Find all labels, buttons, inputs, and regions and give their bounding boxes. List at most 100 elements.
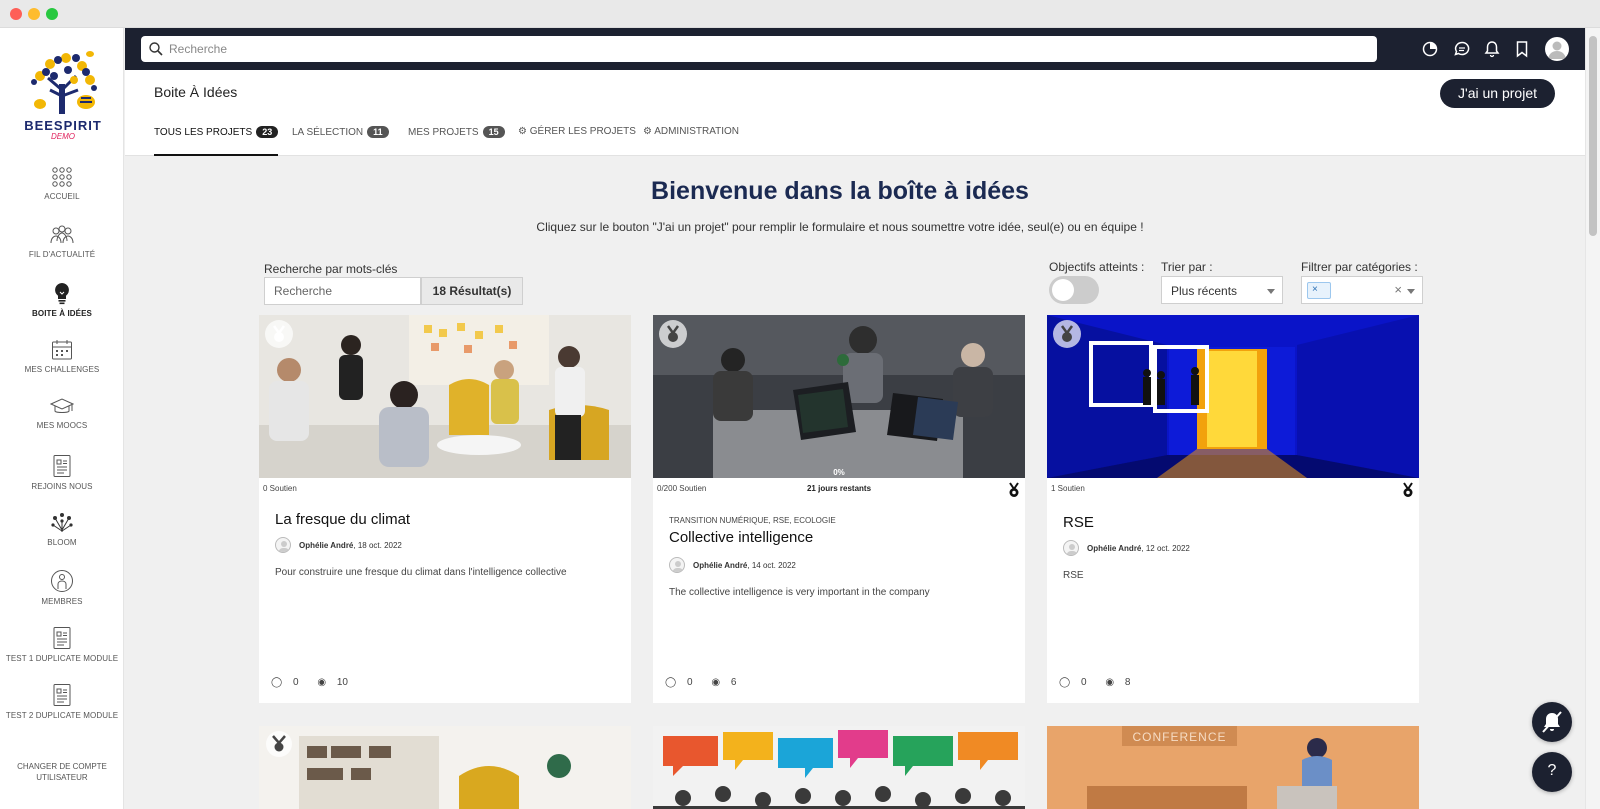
comment-count: 0	[1080, 677, 1087, 688]
comment-icon: ◯	[271, 677, 283, 688]
comment-count: 0	[292, 677, 299, 688]
medal-badge	[659, 320, 687, 348]
post-date: , 14 oct. 2022	[747, 561, 796, 570]
eye-icon: ◉	[1105, 677, 1115, 688]
grid-dots-icon	[52, 167, 72, 187]
sidebar-item-mes-moocs[interactable]: MES MOOCS	[0, 397, 124, 453]
sidebar-item-fil-actualite[interactable]: FIL D'ACTUALITÉ	[0, 224, 124, 280]
page-title: Boite À Idées	[154, 84, 238, 100]
eye-icon: ◉	[711, 677, 721, 688]
switch-account-link[interactable]: CHANGER DE COMPTE UTILISATEUR	[0, 761, 124, 783]
tree-logo-icon	[31, 51, 97, 114]
keyword-search-input[interactable]	[264, 277, 421, 305]
post-date: , 12 oct. 2022	[1141, 544, 1190, 553]
keyword-search-label: Recherche par mots-clés	[264, 262, 398, 276]
project-title[interactable]: La fresque du climat	[275, 511, 410, 528]
toggle-knob	[1052, 279, 1074, 301]
sort-value: Plus récents	[1171, 284, 1238, 298]
project-card[interactable]: 0% 0/200 Soutien 21 jours restants TRANS…	[653, 315, 1025, 703]
chart-pie-icon[interactable]	[1421, 40, 1439, 58]
comment-icon: ◯	[665, 677, 677, 688]
author-avatar	[669, 557, 685, 573]
speech-bubbles-photo	[653, 726, 1025, 809]
project-title[interactable]: RSE	[1063, 514, 1094, 531]
project-card[interactable]	[653, 726, 1025, 809]
minimize-window-button[interactable]	[28, 8, 40, 20]
objectives-label: Objectifs atteints :	[1049, 260, 1145, 274]
results-count: 18 Résultat(s)	[421, 277, 523, 305]
global-search-input[interactable]	[169, 36, 1369, 62]
maximize-window-button[interactable]	[46, 8, 58, 20]
author-avatar	[1063, 540, 1079, 556]
category-chip[interactable]: ×	[1307, 282, 1331, 299]
document-icon	[53, 684, 71, 706]
eye-icon: ◉	[317, 677, 327, 688]
project-card[interactable]: 0 Soutien La fresque du climat Ophélie A…	[259, 315, 631, 703]
medal-badge	[1053, 320, 1081, 348]
meeting-photo	[259, 315, 631, 478]
category-filter-label: Filtrer par catégories :	[1301, 260, 1418, 274]
comment-icon: ◯	[1059, 677, 1071, 688]
gear-icon: ⚙	[518, 126, 527, 137]
sidebar-item-test2-duplicate-module[interactable]: TEST 2 DUPLICATE MODULE	[0, 683, 124, 739]
card-stats: ◯ 0 ◉ 6	[665, 677, 752, 688]
project-image	[259, 315, 631, 478]
help-icon: ?	[1547, 762, 1557, 779]
sidebar-item-mes-challenges[interactable]: MES CHALLENGES	[0, 339, 124, 395]
tab-tous-les-projets[interactable]: TOUS LES PROJETS 23	[154, 126, 279, 156]
bookmark-icon[interactable]	[1513, 40, 1531, 58]
graduation-cap-icon	[50, 398, 74, 413]
logo-text: BEESPIRIT	[24, 118, 102, 133]
scrollbar-thumb[interactable]	[1589, 36, 1597, 236]
sidebar-item-test1-duplicate-module[interactable]: TEST 1 DUPLICATE MODULE	[0, 626, 124, 682]
tab-la-selection[interactable]: LA SÉLECTION 11	[292, 126, 389, 156]
user-avatar[interactable]	[1545, 37, 1569, 61]
sidebar-item-membres[interactable]: MEMBRES	[0, 569, 124, 625]
lightbulb-icon	[55, 283, 69, 305]
help-button[interactable]: ?	[1532, 752, 1572, 792]
sidebar-item-boite-a-idees[interactable]: BOITE À IDÉES	[0, 281, 124, 337]
scrollbar[interactable]	[1585, 28, 1600, 809]
count-badge: 11	[367, 126, 389, 138]
medal-icon	[1403, 482, 1413, 497]
bell-icon[interactable]	[1483, 40, 1501, 58]
bell-off-icon	[1542, 711, 1562, 733]
project-image: 0%	[653, 315, 1025, 478]
bloom-icon	[51, 513, 73, 532]
close-window-button[interactable]	[10, 8, 22, 20]
clear-icon[interactable]: ×	[1394, 282, 1402, 297]
post-date: , 18 oct. 2022	[353, 541, 402, 550]
sort-select[interactable]: Plus récents	[1161, 276, 1283, 304]
sidebar: BEESPIRIT DEMO ACCUEIL FIL D'ACTUALITÉ B…	[0, 28, 124, 809]
sidebar-item-label: BOITE À IDÉES	[32, 309, 92, 318]
author-name[interactable]: Ophélie André	[1087, 544, 1141, 553]
app-window: BEESPIRIT DEMO ACCUEIL FIL D'ACTUALITÉ B…	[0, 0, 1600, 809]
card-stats: ◯ 0 ◉ 10	[271, 677, 364, 688]
submit-project-button[interactable]: J'ai un projet	[1440, 79, 1555, 108]
sidebar-item-label: TEST 2 DUPLICATE MODULE	[5, 711, 119, 720]
calendar-icon	[52, 340, 72, 360]
tab-mes-projets[interactable]: MES PROJETS 15	[408, 126, 505, 156]
project-title[interactable]: Collective intelligence	[669, 529, 813, 546]
author-avatar	[275, 537, 291, 553]
user-icon	[278, 541, 290, 552]
author-name[interactable]: Ophélie André	[299, 541, 353, 550]
mute-notifications-button[interactable]	[1532, 702, 1572, 742]
project-card[interactable]: 1 Soutien RSE Ophélie André, 12 oct. 202…	[1047, 315, 1419, 703]
sidebar-item-bloom[interactable]: BLOOM	[0, 512, 124, 568]
category-filter-select[interactable]: × ×	[1301, 276, 1423, 304]
sidebar-item-accueil[interactable]: ACCUEIL	[0, 166, 124, 222]
comment-count: 0	[686, 677, 693, 688]
chat-icon[interactable]	[1453, 40, 1471, 58]
project-card[interactable]: CONFERENCE	[1047, 726, 1419, 809]
search-icon	[149, 42, 163, 56]
tab-gerer-les-projets[interactable]: ⚙ GÉRER LES PROJETS	[518, 126, 636, 156]
objectives-toggle[interactable]	[1049, 276, 1099, 304]
card-stats: ◯ 0 ◉ 8	[1059, 677, 1146, 688]
beespirit-logo[interactable]: BEESPIRIT DEMO	[20, 46, 106, 141]
conference-banner: CONFERENCE	[1132, 730, 1227, 744]
tab-administration[interactable]: ⚙ ADMINISTRATION	[643, 126, 739, 156]
project-card[interactable]	[259, 726, 631, 809]
author-name[interactable]: Ophélie André	[693, 561, 747, 570]
sidebar-item-rejoins-nous[interactable]: REJOINS NOUS	[0, 454, 124, 510]
